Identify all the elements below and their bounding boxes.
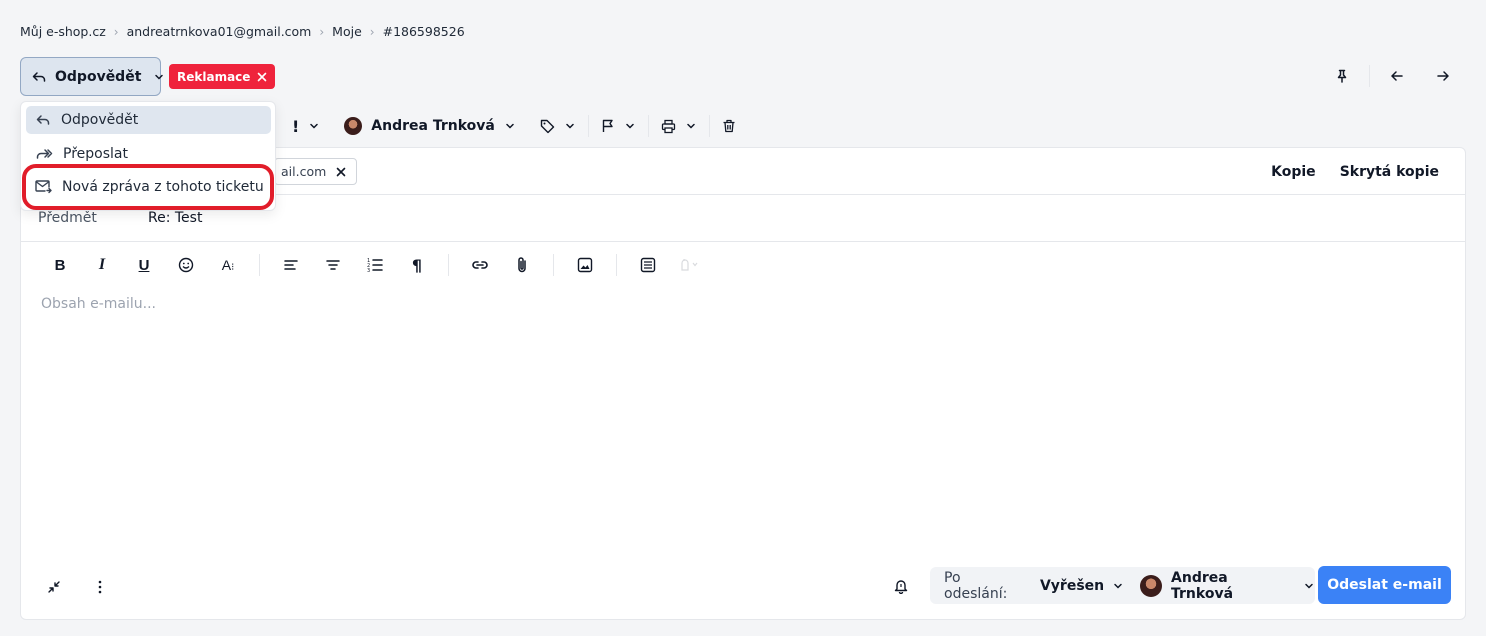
after-send-settings: Po odeslání: Vyřešen Andrea Trnková: [930, 567, 1315, 604]
divider: [1369, 65, 1370, 87]
top-right-actions: [1319, 61, 1466, 91]
text-size-icon[interactable]: A⁝: [207, 257, 249, 273]
chevron-right-icon: ›: [369, 24, 375, 39]
reply-button-label: Odpovědět: [55, 68, 142, 85]
collapse-icon[interactable]: [41, 574, 67, 600]
bottom-left-actions: [41, 574, 113, 600]
print-dropdown[interactable]: [649, 115, 709, 137]
divider: [448, 254, 449, 276]
tag-icon: [540, 119, 555, 134]
chevron-right-icon: ›: [113, 24, 119, 39]
close-icon[interactable]: [257, 72, 267, 82]
cc-button[interactable]: Kopie: [1271, 164, 1316, 180]
subject-label: Předmět: [38, 210, 97, 226]
menu-item-label: Přeposlat: [63, 146, 128, 162]
email-composer: ail.com Kopie Skrytá kopie Předmět Re: T…: [20, 147, 1466, 620]
tags-dropdown[interactable]: [528, 115, 588, 137]
forward-icon: [35, 146, 53, 162]
align-left-icon[interactable]: [270, 258, 312, 272]
cc-links: Kopie Skrytá kopie: [1271, 164, 1439, 180]
subject-input[interactable]: Re: Test: [148, 210, 202, 226]
bell-icon[interactable]: [891, 576, 911, 596]
italic-icon[interactable]: I: [81, 256, 123, 274]
chevron-down-icon: [153, 71, 165, 83]
divider: [553, 254, 554, 276]
after-send-label: Po odeslání:: [944, 569, 1008, 602]
reply-dropdown-button[interactable]: Odpovědět: [20, 57, 164, 96]
after-send-assignee-name: Andrea Trnková: [1171, 569, 1234, 602]
avatar: [1140, 574, 1163, 597]
chevron-down-icon: [504, 120, 516, 132]
send-email-button[interactable]: Odeslat e-mail: [1318, 566, 1451, 604]
link-icon[interactable]: [459, 259, 501, 271]
bcc-button[interactable]: Skrytá kopie: [1340, 164, 1439, 180]
emoji-icon[interactable]: [165, 257, 207, 273]
chevron-down-icon: [564, 120, 576, 132]
breadcrumb-email[interactable]: andreatrnkova01@gmail.com: [127, 24, 312, 39]
priority-icon: !: [292, 116, 300, 136]
avatar: [344, 117, 363, 135]
flag-icon: [601, 119, 615, 133]
chevron-right-icon: ›: [319, 24, 325, 39]
chevron-down-icon[interactable]: [1112, 580, 1124, 592]
pin-icon[interactable]: [1319, 61, 1365, 91]
paragraph-icon[interactable]: ¶: [396, 256, 438, 275]
underline-icon[interactable]: U: [123, 257, 165, 274]
flag-dropdown[interactable]: [589, 115, 648, 137]
ticket-toolbar: ! Andrea Trnková: [280, 110, 748, 142]
trash-icon: [722, 119, 736, 133]
divider: [259, 254, 260, 276]
email-body-input[interactable]: Obsah e-mailu...: [41, 296, 156, 312]
reply-icon: [35, 112, 51, 128]
svg-text:3: 3: [367, 268, 370, 273]
delete-button[interactable]: [710, 115, 748, 137]
breadcrumb-shop[interactable]: Můj e-shop.cz: [20, 24, 106, 39]
menu-item-label: Odpovědět: [61, 112, 139, 128]
bold-icon[interactable]: B: [39, 257, 81, 274]
chevron-down-icon: [685, 120, 697, 132]
ai-assist-icon: [669, 258, 711, 272]
breadcrumb: Můj e-shop.cz › andreatrnkova01@gmail.co…: [20, 24, 465, 39]
more-vertical-icon[interactable]: [87, 574, 113, 600]
highlight-annotation: [22, 164, 274, 210]
ordered-list-icon[interactable]: 123: [354, 257, 396, 273]
chevron-down-icon: [1303, 580, 1315, 592]
priority-dropdown[interactable]: !: [280, 115, 332, 137]
tag-reklamace: Reklamace: [169, 64, 276, 89]
recipient-chip[interactable]: ail.com: [274, 158, 358, 185]
align-center-icon[interactable]: [312, 258, 354, 272]
chevron-down-icon: [308, 120, 320, 132]
assignee-name: Andrea Trnková: [371, 118, 495, 134]
template-icon[interactable]: [627, 257, 669, 273]
breadcrumb-folder[interactable]: Moje: [332, 24, 362, 39]
close-icon[interactable]: [336, 167, 346, 177]
reply-icon: [31, 69, 47, 85]
print-icon: [661, 119, 676, 134]
formatting-toolbar: B I U A⁝ 123 ¶: [39, 254, 711, 276]
tag-label: Reklamace: [177, 69, 251, 84]
assignee-dropdown[interactable]: Andrea Trnková: [332, 115, 528, 137]
arrow-left-icon[interactable]: [1374, 61, 1420, 91]
breadcrumb-ticket-id: #186598526: [382, 24, 465, 39]
after-send-status[interactable]: Vyřešen: [1040, 578, 1104, 594]
menu-item-reply[interactable]: Odpovědět: [26, 106, 271, 134]
image-icon[interactable]: [564, 257, 606, 273]
top-bar: Odpovědět Reklamace: [20, 57, 1466, 97]
attachment-icon[interactable]: [501, 256, 543, 274]
divider: [616, 254, 617, 276]
recipient-chip-label: ail.com: [281, 164, 327, 179]
arrow-right-icon[interactable]: [1420, 61, 1466, 91]
after-send-assignee[interactable]: Andrea Trnková: [1140, 570, 1315, 602]
chevron-down-icon: [624, 120, 636, 132]
